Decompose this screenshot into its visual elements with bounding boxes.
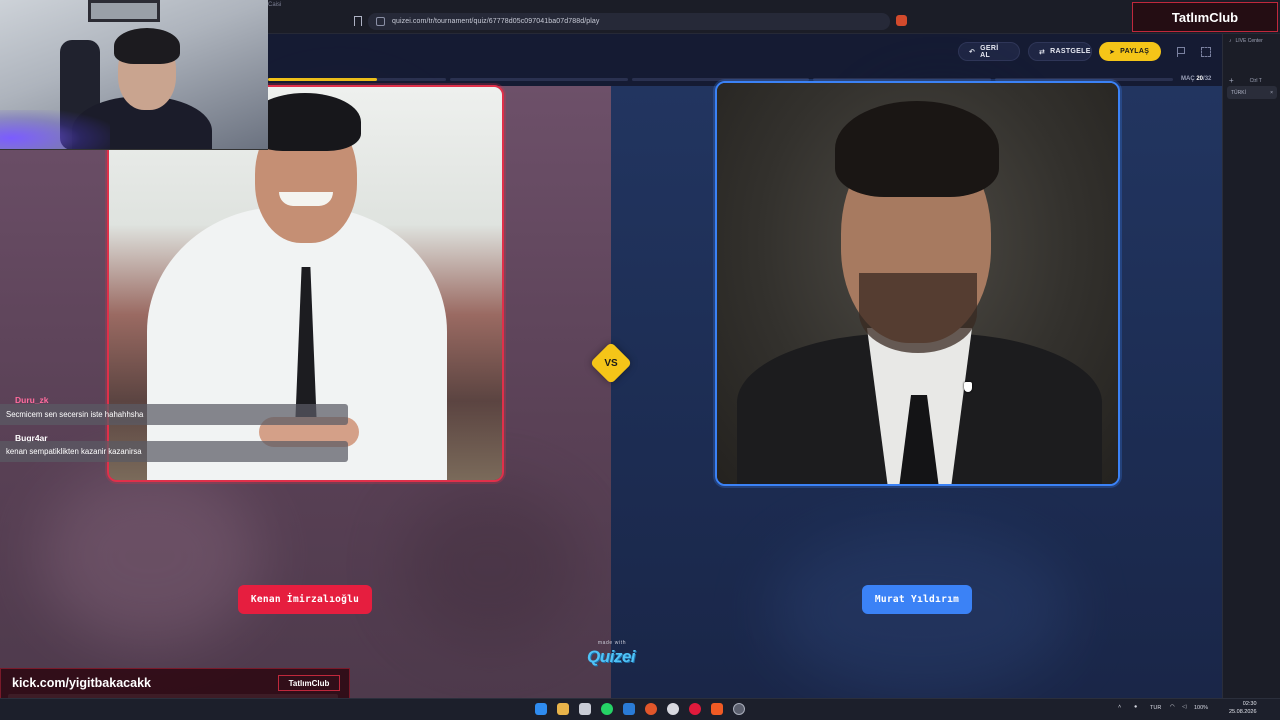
side-tab-label: TÜRKİ [1231, 89, 1246, 96]
fullscreen-icon[interactable] [1201, 47, 1211, 57]
contestant-photo-right [717, 83, 1118, 484]
match-prefix: MAÇ [1181, 76, 1195, 82]
undo-button[interactable]: ↶ GERİ AL [958, 42, 1020, 61]
vs-label: VS [604, 357, 618, 369]
app-icon[interactable] [645, 703, 657, 715]
obs-icon[interactable] [733, 703, 745, 715]
windows-taskbar [0, 698, 1280, 720]
media-player-icon[interactable] [689, 703, 701, 715]
address-bar[interactable]: quizei.com/tr/tournament/quiz/67778d05c0… [368, 13, 890, 30]
clock-time: 02:30 [1242, 701, 1257, 707]
shuffle-icon: ⇄ [1039, 48, 1046, 56]
match-progress-fill [268, 78, 377, 81]
side-panel-tab[interactable]: TÜRKİ × [1227, 86, 1277, 99]
wifi-icon[interactable]: ◠ [1170, 704, 1175, 710]
match-total: /32 [1203, 76, 1212, 82]
match-counter: MAÇ 20/32 [1181, 76, 1211, 82]
chat-message: kenan sempatiklikten kazanir kazanirsa [0, 441, 348, 462]
brave-browser-icon[interactable] [711, 703, 723, 715]
undo-icon: ↶ [969, 48, 976, 56]
language-indicator[interactable]: TUR [1150, 705, 1161, 711]
bookmark-icon[interactable] [354, 16, 362, 26]
screen: Caisi quizei.com/tr/tournament/quiz/6777… [0, 0, 1280, 720]
start-icon[interactable] [535, 703, 547, 715]
send-icon: ➤ [1109, 48, 1116, 56]
rgb-light [0, 110, 110, 149]
tray-chevron-icon[interactable]: ˄ [1118, 704, 1121, 710]
url-text: quizei.com/tr/tournament/quiz/67778d05c0… [392, 18, 600, 25]
channel-url: kick.com/yigitbakacakk [12, 676, 151, 690]
live-center-row[interactable]: ♪ LIVE Center [1229, 38, 1263, 44]
mail-icon[interactable] [623, 703, 635, 715]
share-button[interactable]: ➤ PAYLAŞ [1099, 42, 1161, 61]
brave-shield-icon[interactable] [896, 15, 907, 26]
browser-tab-hint[interactable]: Caisi [268, 2, 281, 8]
progress-segment [449, 78, 628, 81]
volume-icon[interactable]: ◁ [1182, 704, 1186, 710]
quizei-logo[interactable]: Quizei [578, 647, 644, 667]
report-flag-icon[interactable] [1177, 47, 1186, 57]
streamer-hair [114, 28, 180, 64]
new-tab-shortcut: Ctrl T [1249, 77, 1262, 84]
browser-side-panel: ♪ LIVE Center TÜRKİ × + Ctrl T [1222, 34, 1280, 698]
plus-icon: + [1229, 76, 1234, 85]
tiktok-icon: ♪ [1229, 38, 1232, 44]
stream-brand-badge: TatlımClub [1132, 2, 1278, 32]
hand-cursor-icon [964, 382, 972, 392]
clock-date: 25.08.2026 [1229, 709, 1257, 715]
contestant-card-right[interactable] [715, 81, 1120, 486]
undo-label: GERİ AL [980, 44, 999, 59]
battery-level[interactable]: 100% [1194, 705, 1208, 711]
file-explorer-icon[interactable] [557, 703, 569, 715]
close-icon[interactable]: × [1270, 90, 1273, 96]
made-with-text: made with [597, 640, 627, 646]
whatsapp-icon[interactable] [601, 703, 613, 715]
site-info-icon[interactable] [376, 17, 385, 26]
random-label: RASTGELE [1050, 48, 1091, 55]
channel-tag: TatlımClub [278, 675, 340, 691]
system-clock[interactable]: 02:30 25.08.2026 [1229, 700, 1257, 716]
contestant-name-right[interactable]: Murat Yıldırım [862, 585, 972, 614]
streamer-webcam [0, 0, 268, 150]
random-button[interactable]: ⇄ RASTGELE [1028, 42, 1092, 61]
contestant-name-left[interactable]: Kenan İmirzalıoğlu [238, 585, 372, 614]
chat-message: Secmicem sen secersin iste hahahhsha [0, 404, 348, 425]
share-label: PAYLAŞ [1120, 48, 1150, 55]
live-center-label: LIVE Center [1235, 38, 1263, 44]
new-tab-button[interactable]: + Ctrl T [1229, 76, 1262, 85]
chatgpt-icon[interactable] [667, 703, 679, 715]
microphone-icon[interactable]: ● [1134, 704, 1137, 710]
calendar-icon[interactable] [579, 703, 591, 715]
wall-frame [88, 0, 160, 22]
